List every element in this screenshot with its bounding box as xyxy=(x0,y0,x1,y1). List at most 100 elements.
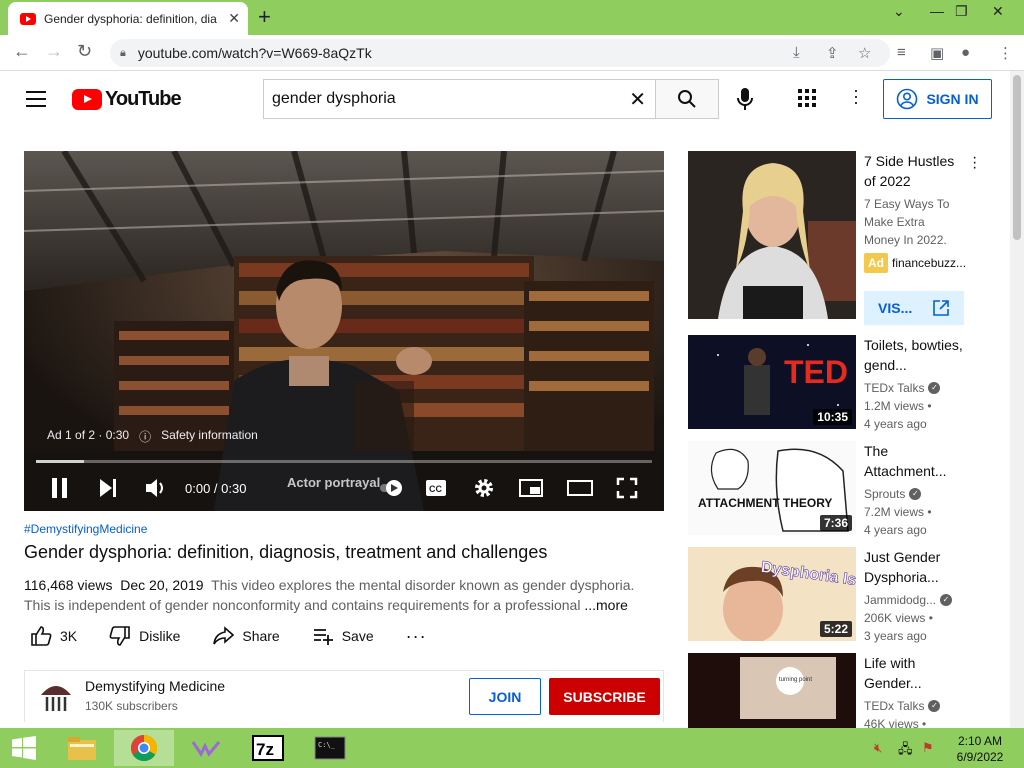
video-description[interactable]: 116,468 views Dec 20, 2019 This video ex… xyxy=(24,575,644,615)
like-count: 3K xyxy=(60,628,78,644)
ad-more-icon[interactable]: · · · xyxy=(972,150,977,176)
address-bar[interactable]: 🔒︎ youtube.com/watch?v=W669-8aQzTk xyxy=(110,39,890,67)
browser-tab-strip: Gender dysphoria: definition, dia ✕ + ⌄ … xyxy=(0,0,1024,35)
channel-name[interactable]: Jammidodg... xyxy=(864,591,936,609)
save-label: Save xyxy=(341,628,374,644)
search-button[interactable] xyxy=(655,79,719,119)
video-title[interactable]: The Attachment... xyxy=(864,441,964,481)
volume-icon[interactable] xyxy=(144,477,168,499)
settings-gear-icon[interactable] xyxy=(473,477,495,499)
ad-badge: Ad xyxy=(864,253,888,273)
safety-info-link[interactable]: Safety information xyxy=(161,428,258,445)
apps-grid-icon[interactable] xyxy=(798,89,816,107)
pause-icon[interactable] xyxy=(50,477,70,499)
app-taskbar-button[interactable] xyxy=(176,730,236,766)
info-icon[interactable]: ⓘ xyxy=(139,428,151,445)
media-control-icon[interactable]: ≡ xyxy=(897,44,906,61)
subscribe-button[interactable]: SUBSCRIBE xyxy=(549,678,660,715)
chrome-taskbar-button[interactable] xyxy=(114,730,174,766)
install-icon[interactable]: ⤓ xyxy=(793,44,800,61)
hashtag-link[interactable]: #DemystifyingMedicine xyxy=(24,522,147,536)
sidebar-video[interactable]: ATTACHMENT THEORY 7:36 The Attachment...… xyxy=(688,441,998,541)
sidebar-ad[interactable]: 7 Side Hustles of 2022 7 Easy Ways To Ma… xyxy=(688,150,998,326)
dislike-button[interactable]: Dislike xyxy=(109,625,180,647)
video-duration: 10:35 xyxy=(813,409,852,425)
ad-title[interactable]: 7 Side Hustles of 2022 xyxy=(864,151,964,191)
browser-menu-icon[interactable]: ⋮ xyxy=(998,44,1013,62)
minimize-icon[interactable]: — xyxy=(930,3,944,19)
ad-thumbnail[interactable] xyxy=(688,151,856,319)
verified-icon: ✓ xyxy=(940,594,953,606)
share-icon[interactable]: ⇪ xyxy=(826,44,839,62)
sign-in-button[interactable]: SIGN IN xyxy=(883,79,992,119)
autoplay-toggle-icon[interactable] xyxy=(380,479,404,497)
reload-icon[interactable]: ↻ xyxy=(77,41,92,62)
sign-in-label: SIGN IN xyxy=(926,91,979,107)
network-icon[interactable]: 🖧︎ xyxy=(898,740,913,762)
sidebar-video[interactable]: TED Adole 10:35 Toilets, bowties, gend..… xyxy=(688,335,998,435)
forward-icon[interactable]: → xyxy=(45,41,63,62)
tab-search-icon[interactable]: ⌄ xyxy=(893,3,905,20)
video-thumbnail[interactable]: Dysphoria Is Weird 5:22 xyxy=(688,547,856,641)
video-title[interactable]: Just Gender Dysphoria... xyxy=(864,547,964,587)
back-icon[interactable]: ← xyxy=(13,41,31,62)
channel-name[interactable]: Sprouts xyxy=(864,485,905,503)
like-button[interactable]: 3K xyxy=(30,625,77,647)
video-thumbnail[interactable]: TED Adole 10:35 xyxy=(688,335,856,429)
theater-mode-icon[interactable] xyxy=(567,480,593,496)
window-close-icon[interactable]: ✕ xyxy=(992,3,1004,20)
restore-icon[interactable]: ❐ xyxy=(955,3,968,20)
channel-row: Sprouts ✓ xyxy=(864,485,964,503)
action-center-icon[interactable]: ⚑ xyxy=(922,740,934,756)
system-clock[interactable]: 2:10 AM 6/9/2022 xyxy=(950,733,1010,765)
join-button[interactable]: JOIN xyxy=(469,678,541,715)
search-input[interactable] xyxy=(272,90,612,108)
settings-more-icon[interactable]: · · · xyxy=(853,81,859,111)
folder-icon xyxy=(68,737,96,760)
bookmark-star-icon[interactable]: ☆ xyxy=(858,44,871,62)
sidebar-video[interactable]: Dysphoria Is Weird 5:22 Just Gender Dysp… xyxy=(688,547,998,647)
video-title[interactable]: Toilets, bowties, gend... xyxy=(864,335,964,375)
new-tab-icon[interactable]: + xyxy=(258,6,271,28)
windows-taskbar: 7z C:\_ 🔇︎ 🖧︎ ⚑ 2:10 AM 6/9/2022 xyxy=(0,728,1024,768)
progress-bar[interactable] xyxy=(36,460,652,463)
hamburger-menu-icon[interactable] xyxy=(26,91,46,107)
thumbs-up-icon xyxy=(31,626,52,646)
terminal-taskbar-button[interactable]: C:\_ xyxy=(300,730,360,766)
channel-name[interactable]: TEDx Talks xyxy=(864,697,924,715)
more-actions-icon[interactable]: ··· xyxy=(406,626,427,647)
youtube-logo[interactable]: YouTube xyxy=(72,88,182,111)
microphone-icon[interactable] xyxy=(736,87,754,111)
clear-search-icon[interactable]: ✕ xyxy=(629,87,646,112)
channel-name[interactable]: TEDx Talks xyxy=(864,379,924,397)
lock-icon[interactable]: 🔒︎ xyxy=(120,47,126,60)
browser-tab[interactable]: Gender dysphoria: definition, dia ✕ xyxy=(8,2,248,35)
channel-name[interactable]: Demystifying Medicine xyxy=(85,678,225,694)
miniplayer-icon[interactable] xyxy=(519,479,543,497)
sidebar-video[interactable]: turning point Life with Gender... TEDx T… xyxy=(688,653,998,728)
show-more-link[interactable]: ...more xyxy=(584,597,628,613)
ad-visit-button[interactable]: VIS... xyxy=(864,291,964,325)
ad-visit-label: VIS... xyxy=(878,300,913,316)
start-button[interactable] xyxy=(0,730,48,766)
side-panel-icon[interactable]: ▣ xyxy=(930,44,944,62)
captions-icon[interactable]: CC xyxy=(425,479,447,497)
scrollbar-thumb[interactable] xyxy=(1013,75,1021,240)
channel-avatar[interactable] xyxy=(39,679,73,713)
upload-age: 4 years ago xyxy=(864,417,927,431)
save-button[interactable]: Save xyxy=(312,625,374,647)
fullscreen-icon[interactable] xyxy=(616,477,638,499)
tab-close-icon[interactable]: ✕ xyxy=(228,10,240,27)
video-title[interactable]: Life with Gender... xyxy=(864,653,964,693)
view-count: 206K views • xyxy=(864,611,933,625)
file-explorer-taskbar-button[interactable] xyxy=(52,730,112,766)
next-icon[interactable] xyxy=(98,477,118,499)
page-scrollbar[interactable] xyxy=(1010,71,1024,728)
7zip-taskbar-button[interactable]: 7z xyxy=(238,730,298,766)
share-button[interactable]: Share xyxy=(212,625,280,647)
profile-icon[interactable]: ● xyxy=(961,44,970,61)
video-thumbnail[interactable]: turning point xyxy=(688,653,856,728)
video-player[interactable]: Ad 1 of 2 · 0:30 ⓘ Safety information 0:… xyxy=(24,151,664,511)
volume-muted-icon[interactable]: 🔇︎ xyxy=(874,740,882,756)
video-thumbnail[interactable]: ATTACHMENT THEORY 7:36 xyxy=(688,441,856,535)
